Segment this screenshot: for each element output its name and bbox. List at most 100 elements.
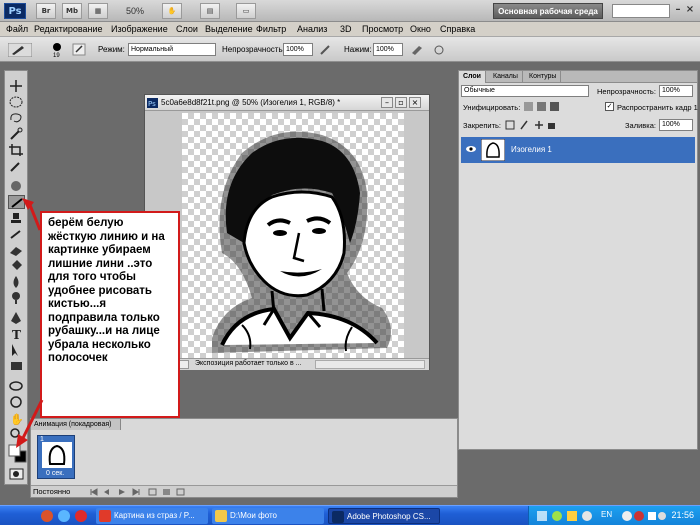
screen-icon: ▭: [242, 7, 250, 15]
eye-icon[interactable]: [465, 144, 477, 154]
tab-channels[interactable]: Каналы: [489, 71, 523, 83]
clone-stamp-tool-icon[interactable]: [8, 211, 25, 225]
type-tool-icon[interactable]: T: [8, 327, 25, 341]
pen-tool-icon[interactable]: [8, 311, 25, 325]
document-maximize-button[interactable]: ▫: [395, 97, 407, 108]
hand-tool-icon[interactable]: ✋: [8, 411, 25, 425]
document-titlebar: Ps 5c0a6e8d8f21t.png @ 50% (Изогелия 1, …: [145, 95, 429, 111]
quick-mask-icon[interactable]: [8, 467, 25, 481]
menu-edit[interactable]: Редактирование: [34, 24, 103, 34]
layers-panel: Слои Каналы Контуры Обычные Непрозрачнос…: [458, 70, 698, 450]
tab-layers[interactable]: Слои: [459, 71, 486, 83]
document-close-button[interactable]: ×: [409, 97, 421, 108]
mini-bridge-button[interactable]: Mb: [62, 3, 82, 19]
shape-tool-icon[interactable]: [8, 359, 25, 373]
taskbar-item-photoshop[interactable]: Adobe Photoshop CS...: [328, 508, 440, 524]
lasso-tool-icon[interactable]: [8, 111, 25, 125]
document-status-bar: Экспозиция работает только в ...: [145, 358, 429, 370]
flow-label: Нажим:: [344, 45, 372, 54]
spot-healing-tool-icon[interactable]: [8, 179, 25, 193]
animation-panel: Анимация (покадровая) 1 0 сек. Постоянно: [30, 418, 458, 498]
color-swatches[interactable]: [7, 443, 27, 463]
menu-select[interactable]: Выделение: [205, 24, 253, 34]
marquee-tool-icon[interactable]: [8, 95, 25, 109]
loop-option[interactable]: Постоянно: [33, 487, 70, 496]
eyedropper-tool-icon[interactable]: [8, 159, 25, 173]
propagate-checkbox[interactable]: ✓: [605, 102, 614, 111]
3d-rotate-tool-icon[interactable]: [8, 379, 25, 393]
animation-panel-tab[interactable]: Анимация (покадровая): [31, 419, 121, 430]
document-window: Ps 5c0a6e8d8f21t.png @ 50% (Изогелия 1, …: [144, 94, 430, 370]
taskbar-item-folder[interactable]: D:\Мои фото: [212, 508, 324, 524]
view-extras-button[interactable]: ▦: [88, 3, 108, 19]
blend-mode-select[interactable]: Обычные: [461, 85, 589, 97]
menu-view[interactable]: Просмотр: [362, 24, 403, 34]
layer-row[interactable]: Изогелия 1: [461, 137, 695, 163]
menu-analysis[interactable]: Анализ: [297, 24, 327, 34]
hand-tool-button[interactable]: ✋: [162, 3, 182, 19]
animation-controls-bar: Постоянно: [31, 485, 457, 497]
frame-thumbnail: [42, 442, 72, 468]
tab-paths[interactable]: Контуры: [525, 71, 562, 83]
svg-text:T: T: [12, 328, 21, 341]
annotation-note: берём белую жёсткую линию и на картинке …: [40, 211, 180, 418]
brush-tool-icon[interactable]: [8, 195, 25, 209]
system-tray: EN 21:56: [528, 506, 700, 525]
history-brush-tool-icon[interactable]: [8, 227, 25, 241]
blur-tool-icon[interactable]: [8, 275, 25, 289]
animation-frame[interactable]: 1 0 сек.: [37, 435, 75, 479]
taskbar-item-browser[interactable]: Картина из страз / P...: [96, 508, 208, 524]
opacity-field[interactable]: 100%: [283, 43, 313, 56]
brush-tool-preset-icon[interactable]: [8, 43, 32, 57]
menu-file[interactable]: Файл: [6, 24, 28, 34]
tools-panel: T ✋: [4, 70, 28, 485]
layer-opacity-field[interactable]: 100%: [659, 85, 693, 97]
document-minimize-button[interactable]: –: [381, 97, 393, 108]
zoom-tool-icon[interactable]: [8, 427, 25, 441]
language-indicator[interactable]: EN: [601, 510, 612, 519]
path-selection-tool-icon[interactable]: [8, 343, 25, 357]
horizontal-scrollbar[interactable]: [315, 360, 425, 369]
menu-filter[interactable]: Фильтр: [256, 24, 286, 34]
eraser-tool-icon[interactable]: [8, 243, 25, 257]
tray-status-icons[interactable]: [621, 509, 667, 523]
arrange-documents-button[interactable]: ▤: [200, 3, 220, 19]
menu-layers[interactable]: Слои: [176, 24, 198, 34]
airbrush-icon[interactable]: [410, 43, 424, 56]
unify-buttons-icon[interactable]: [523, 101, 563, 113]
move-tool-icon[interactable]: [8, 79, 25, 93]
close-button[interactable]: ×: [684, 3, 696, 17]
propagate-label: Распространить кадр 1: [617, 103, 698, 112]
playback-controls-icon[interactable]: [89, 487, 209, 497]
zoom-level[interactable]: 50%: [126, 6, 144, 16]
quick-selection-tool-icon[interactable]: [8, 127, 25, 141]
windows-taskbar: Картина из страз / P... D:\Мои фото Adob…: [0, 505, 700, 525]
search-field[interactable]: [612, 4, 670, 18]
layers-panel-tabs: Слои Каналы Контуры: [459, 71, 697, 83]
workspace-switcher[interactable]: Основная рабочая среда: [493, 3, 603, 19]
quick-launch-icons[interactable]: [40, 509, 96, 523]
crop-tool-icon[interactable]: [8, 143, 25, 157]
paint-bucket-tool-icon[interactable]: [8, 259, 25, 273]
fill-field[interactable]: 100%: [659, 119, 693, 131]
tablet-size-icon[interactable]: [432, 43, 446, 56]
flow-field[interactable]: 100%: [373, 43, 403, 56]
tablet-opacity-icon[interactable]: [318, 43, 332, 56]
bridge-button[interactable]: Br: [36, 3, 56, 19]
svg-text:Ps: Ps: [148, 100, 156, 108]
menu-window[interactable]: Окно: [410, 24, 431, 34]
screen-mode-button[interactable]: ▭: [236, 3, 256, 19]
mode-select[interactable]: Нормальный: [128, 43, 216, 56]
tray-icons[interactable]: [535, 509, 595, 523]
menu-image[interactable]: Изображение: [111, 24, 168, 34]
dodge-tool-icon[interactable]: [8, 291, 25, 305]
minimize-button[interactable]: –: [672, 3, 684, 17]
frame-delay[interactable]: 0 сек.: [46, 470, 64, 477]
3d-orbit-tool-icon[interactable]: [8, 395, 25, 409]
menu-3d[interactable]: 3D: [340, 24, 352, 34]
menu-help[interactable]: Справка: [440, 24, 475, 34]
image-canvas[interactable]: [182, 113, 404, 358]
brush-preset-picker-icon[interactable]: [50, 41, 64, 53]
lock-buttons-icon[interactable]: [505, 119, 557, 131]
brush-panel-toggle-icon[interactable]: [72, 43, 86, 56]
